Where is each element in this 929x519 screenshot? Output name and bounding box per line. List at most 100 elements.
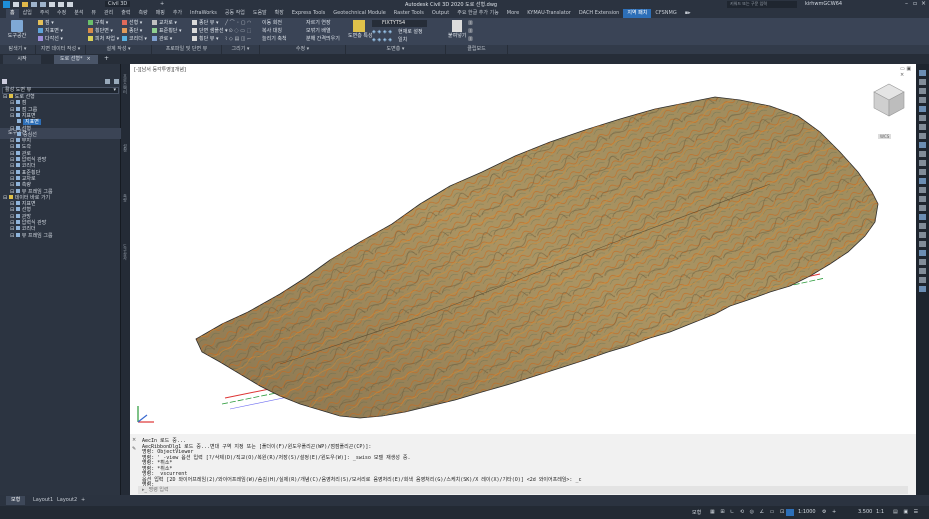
tree-item[interactable]: ⊟ 뷰 프레임 그룹 xyxy=(0,232,121,239)
tree-item[interactable]: ⊟ 점 그룹 xyxy=(0,106,121,113)
snap-icon[interactable] xyxy=(919,124,926,130)
tree-item[interactable]: ⊟ 데이터 바로 가기 xyxy=(0,194,121,201)
ribbon-tab[interactable]: 삽입 xyxy=(19,9,36,18)
tree-item[interactable]: ⊟ 뷰 프레임 그룹 xyxy=(0,188,121,195)
ribbon-panel-title[interactable]: 수정 ▾ xyxy=(260,45,346,54)
tree-item[interactable]: ⊟ 관망 xyxy=(0,213,121,220)
toolspace-pin-icon[interactable] xyxy=(2,78,7,84)
tree-item[interactable]: ⊟ 교차로 xyxy=(0,175,121,182)
print-icon[interactable] xyxy=(49,2,55,7)
set-current-button[interactable]: 현재로 설정 xyxy=(398,28,423,36)
paste-button[interactable]: 붙여넣기 xyxy=(448,18,466,40)
side-tab-settings[interactable]: 설정 xyxy=(122,144,128,152)
viewcube[interactable] xyxy=(872,82,906,122)
redo-icon[interactable] xyxy=(67,2,73,7)
ribbon-options-icon[interactable]: ▪▸ xyxy=(681,9,695,18)
layer-tools[interactable]: ◈ ◈ ◈ ◈ ◈ ◈ ◈ ◈ xyxy=(372,28,392,44)
ribbon-tab[interactable]: Output xyxy=(428,9,453,18)
walk-icon[interactable] xyxy=(919,223,926,229)
mirror-button[interactable]: 대칭 xyxy=(273,28,282,34)
tree-item[interactable]: ⊟ 선형 xyxy=(0,125,121,132)
undo-icon[interactable] xyxy=(58,2,64,7)
ribbon-panel-title[interactable]: 도면층 ▾ xyxy=(346,45,446,54)
ribbon-tab[interactable]: 뷰 xyxy=(87,9,100,18)
zoom-icon[interactable] xyxy=(919,97,926,103)
ribbon-sample-line-button[interactable]: 단면 샘플선 ▾ xyxy=(192,27,228,35)
workspace-select[interactable]: Civil 3D xyxy=(105,1,131,7)
tree-item[interactable]: ⊟ 코리더 xyxy=(0,163,121,169)
save-as-icon[interactable] xyxy=(40,2,46,7)
ribbon-tab[interactable]: 확장 xyxy=(271,9,288,18)
ribbon-tab[interactable]: DACH Extension xyxy=(575,9,623,18)
extend-button[interactable]: 연장 xyxy=(321,20,330,26)
ribbon-panel-title[interactable]: 클립보드 xyxy=(446,45,508,54)
ribbon-pipe-button[interactable]: 관로 ▾ xyxy=(152,35,182,43)
save-icon[interactable] xyxy=(31,2,37,7)
viewport-window-controls[interactable]: ▭ ▣ × xyxy=(900,66,916,78)
tree-item[interactable]: ⊟ 부지 xyxy=(0,138,121,144)
navigate-icon[interactable] xyxy=(919,178,926,184)
drawing-viewport[interactable]: [-][남서 등각투영][개념] ▭ ▣ × WCS xyxy=(130,64,916,434)
help-icon[interactable] xyxy=(919,286,926,292)
camera-icon[interactable] xyxy=(919,250,926,256)
ribbon-surfaces-button[interactable]: 지표면 ▾ xyxy=(38,27,63,35)
tree-item[interactable]: ⊟ 표준횡단 xyxy=(0,169,121,176)
sun-icon[interactable] xyxy=(919,232,926,238)
toolspace-refresh-icon[interactable] xyxy=(114,78,119,84)
lock-icon[interactable] xyxy=(919,142,926,148)
ribbon-tab[interactable]: 주석 xyxy=(36,9,53,18)
clipboard-small-tools[interactable]: ▥ ▥ ▥ xyxy=(468,19,473,43)
doc-tab-start[interactable]: 시작 xyxy=(3,55,41,64)
ribbon-tab[interactable]: 도움말 xyxy=(249,9,271,18)
render-icon[interactable] xyxy=(919,214,926,220)
status-customize-icons[interactable]: ▤ ▣ ☰ xyxy=(893,509,920,515)
minimize-icon[interactable]: – xyxy=(905,0,908,7)
annotation-visibility-icon[interactable] xyxy=(786,509,794,516)
match-layer-button[interactable]: 일치 xyxy=(398,36,423,44)
ribbon-assembly-button[interactable]: 표준횡단 ▾ xyxy=(152,27,182,35)
ribbon-tab[interactable]: 홈 xyxy=(6,9,19,18)
view-dropdown[interactable]: 활성 도면 뷰 ▾ xyxy=(2,87,119,94)
layer-properties-button[interactable]: 도면층 특성 xyxy=(348,18,373,40)
ribbon-traverse-button[interactable]: 다각선 ▾ xyxy=(38,35,63,43)
ribbon-corridor-button[interactable]: 코리더 ▾ xyxy=(122,35,147,43)
ribbon-grading-button[interactable]: 횡단면 ▾ xyxy=(88,27,119,35)
tree-item[interactable]: ⊟ 측량 xyxy=(0,182,121,188)
clean-icon[interactable] xyxy=(919,169,926,175)
pan-icon[interactable] xyxy=(919,88,926,94)
ribbon-tab[interactable]: 관리 xyxy=(100,9,117,18)
command-settings-icon[interactable]: ✎ xyxy=(132,446,136,452)
status-model-space[interactable]: 모형 xyxy=(692,509,701,516)
ribbon-panel-title[interactable]: 지면 데이터 작성 ▾ xyxy=(36,45,86,54)
toolspace-settings-icon[interactable] xyxy=(105,78,110,84)
isolate-icon[interactable] xyxy=(919,187,926,193)
measure-icon[interactable] xyxy=(919,115,926,121)
side-tab-toolbox[interactable]: 도구상자 xyxy=(122,244,128,260)
ribbon-tab[interactable]: 분석 xyxy=(70,9,87,18)
ribbon-tab[interactable]: Raster Tools xyxy=(390,9,428,18)
layers-icon[interactable] xyxy=(919,79,926,85)
move-button[interactable]: 이동 xyxy=(262,20,271,26)
trim-button[interactable]: 자르기 xyxy=(306,20,320,26)
scale-button[interactable]: 축척 xyxy=(277,36,286,42)
publish-icon[interactable] xyxy=(919,277,926,283)
doc-tab-drawing[interactable]: 도로 선형* × xyxy=(54,55,98,64)
tree-item[interactable]: ⊟ 코리더 xyxy=(0,226,121,232)
visual-style-icon[interactable] xyxy=(919,151,926,157)
hide-icon[interactable] xyxy=(919,205,926,211)
ribbon-profile-button[interactable]: 종단 ▾ xyxy=(122,27,147,35)
copy-button[interactable]: 복사 xyxy=(262,28,271,34)
ribbon-panel-title[interactable]: 프로파일 및 단면 뷰 xyxy=(152,45,222,54)
tree-item[interactable]: ⊟ 압력식 관망 xyxy=(0,157,121,163)
ribbon-tab[interactable]: 주요 한글 추가 기능 xyxy=(453,9,503,18)
orbit-icon[interactable] xyxy=(919,106,926,112)
quick-tabs[interactable]: + xyxy=(160,1,164,7)
ribbon-tab[interactable]: CFSNMG xyxy=(651,9,680,18)
tree-item[interactable]: 중심선 xyxy=(0,131,121,138)
layout-tab-add[interactable]: + xyxy=(76,496,90,505)
light-icon[interactable] xyxy=(919,241,926,247)
maximize-icon[interactable]: ▫ xyxy=(913,0,917,7)
ribbon-tab[interactable]: 매핑 xyxy=(152,9,169,18)
new-tab-icon[interactable]: + xyxy=(104,55,109,62)
array-button[interactable]: 배열 xyxy=(321,28,330,34)
